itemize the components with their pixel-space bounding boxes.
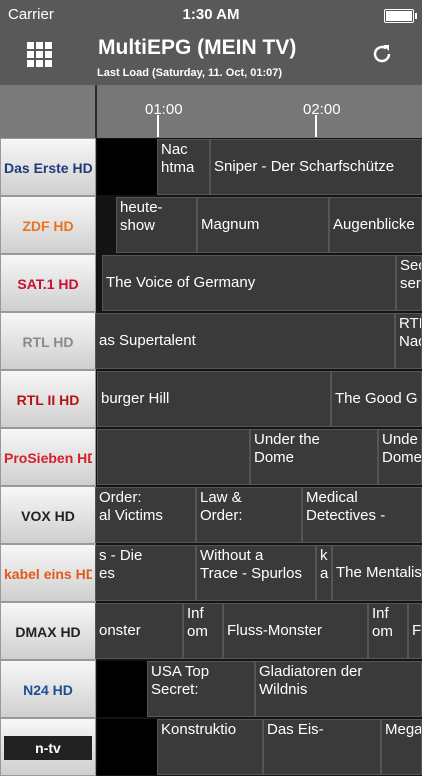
channel-logo[interactable]: RTL HD <box>0 312 96 370</box>
last-load-label: Last Load (Saturday, 11. Oct, 01:07) <box>97 67 283 79</box>
program-cell[interactable]: Fluss-Monster <box>223 603 368 659</box>
channel-row: DMAX HD onster Inf om Fluss-Monster Inf … <box>0 602 422 660</box>
program-cell[interactable]: Inf om <box>368 603 408 659</box>
navigation-bar: MultiEPG (MEIN TV) Last Load (Saturday, … <box>0 30 422 85</box>
program-cell[interactable]: Gladiatoren der Wildnis <box>255 661 422 717</box>
program-cell[interactable]: Under the Dome <box>250 429 378 485</box>
program-cell[interactable]: Nac htma <box>157 139 210 195</box>
channel-row: VOX HD Order: al Victims Law & Order: Me… <box>0 486 422 544</box>
channel-row: ZDF HD heute- show Magnum Augenblicke <box>0 196 422 254</box>
channel-logo[interactable]: ZDF HD <box>0 196 96 254</box>
program-cell[interactable]: heute- show <box>116 197 197 253</box>
program-cell[interactable]: RTL Nac <box>395 313 422 369</box>
time-label-0100: 01:00 <box>145 101 183 118</box>
channel-logo[interactable]: SAT.1 HD <box>0 254 96 312</box>
program-cell[interactable]: as Supertalent <box>95 313 395 369</box>
channel-row: RTL II HD burger Hill The Good G <box>0 370 422 428</box>
refresh-icon[interactable] <box>370 42 394 66</box>
program-cell[interactable]: The Voice of Germany <box>102 255 396 311</box>
program-cell[interactable]: Magnum <box>197 197 329 253</box>
program-cell[interactable]: Unde Dome <box>378 429 422 485</box>
channel-logo[interactable]: VOX HD <box>0 486 96 544</box>
program-cell[interactable] <box>97 429 250 485</box>
program-cell[interactable] <box>97 139 157 195</box>
channel-row: RTL HD as Supertalent RTL Nac <box>0 312 422 370</box>
channel-row: kabel eins HD s - Die es Without a Trace… <box>0 544 422 602</box>
program-cell[interactable]: Law & Order: <box>196 487 302 543</box>
channel-row: N24 HD USA Top Secret: Gladiatoren der W… <box>0 660 422 718</box>
page-title: MultiEPG (MEIN TV) <box>98 36 297 59</box>
program-cell[interactable]: Inf om <box>183 603 223 659</box>
program-cell[interactable]: Augenblicke <box>329 197 422 253</box>
program-cell[interactable]: Sec ser <box>396 255 422 311</box>
program-cell[interactable]: Medical Detectives - <box>302 487 422 543</box>
channel-logo[interactable]: kabel eins HD <box>0 544 96 602</box>
program-cell[interactable]: The Mentalis <box>332 545 422 601</box>
program-cell[interactable]: Sniper - Der Scharfschütze <box>210 139 422 195</box>
time-tick <box>315 115 317 137</box>
timeline-header: 01:00 02:00 <box>0 85 422 138</box>
battery-icon <box>384 9 417 23</box>
program-cell[interactable]: s - Die es <box>95 545 196 601</box>
channel-row: SAT.1 HD The Voice of Germany Sec ser <box>0 254 422 312</box>
program-cell[interactable]: Without a Trace - Spurlos <box>196 545 316 601</box>
program-cell[interactable]: The Good G <box>331 371 422 427</box>
grid-menu-icon[interactable] <box>27 42 53 68</box>
program-cell[interactable]: USA Top Secret: <box>147 661 255 717</box>
channel-logo[interactable]: N24 HD <box>0 660 96 718</box>
channel-logo[interactable]: ProSieben HD <box>0 428 96 486</box>
program-cell[interactable]: Konstruktio <box>157 719 263 775</box>
program-cell[interactable]: k a <box>316 545 332 601</box>
channel-row: Das Erste HD Nac htma Sniper - Der Schar… <box>0 138 422 196</box>
channel-logo[interactable]: Das Erste HD <box>0 138 96 196</box>
channel-logo[interactable]: n-tv <box>0 718 96 776</box>
program-cell[interactable]: Fl <box>408 603 422 659</box>
channel-row: ProSieben HD Under the Dome Unde Dome <box>0 428 422 486</box>
program-cell[interactable]: Order: al Victims <box>95 487 196 543</box>
program-cell[interactable]: burger Hill <box>97 371 331 427</box>
time-tick <box>157 115 159 137</box>
channel-logo[interactable]: RTL II HD <box>0 370 96 428</box>
program-cell <box>97 719 157 775</box>
program-cell[interactable]: Mega <box>381 719 422 775</box>
status-bar: Carrier 1:30 AM <box>0 0 422 30</box>
channel-row: n-tv Konstruktio Das Eis- Mega <box>0 718 422 776</box>
program-cell <box>97 661 147 717</box>
time-label-0200: 02:00 <box>303 101 341 118</box>
epg-grid: Das Erste HD Nac htma Sniper - Der Schar… <box>0 138 422 776</box>
program-cell[interactable]: Das Eis- <box>263 719 381 775</box>
channel-logo[interactable]: DMAX HD <box>0 602 96 660</box>
clock: 1:30 AM <box>182 6 240 23</box>
program-cell[interactable]: onster <box>95 603 183 659</box>
